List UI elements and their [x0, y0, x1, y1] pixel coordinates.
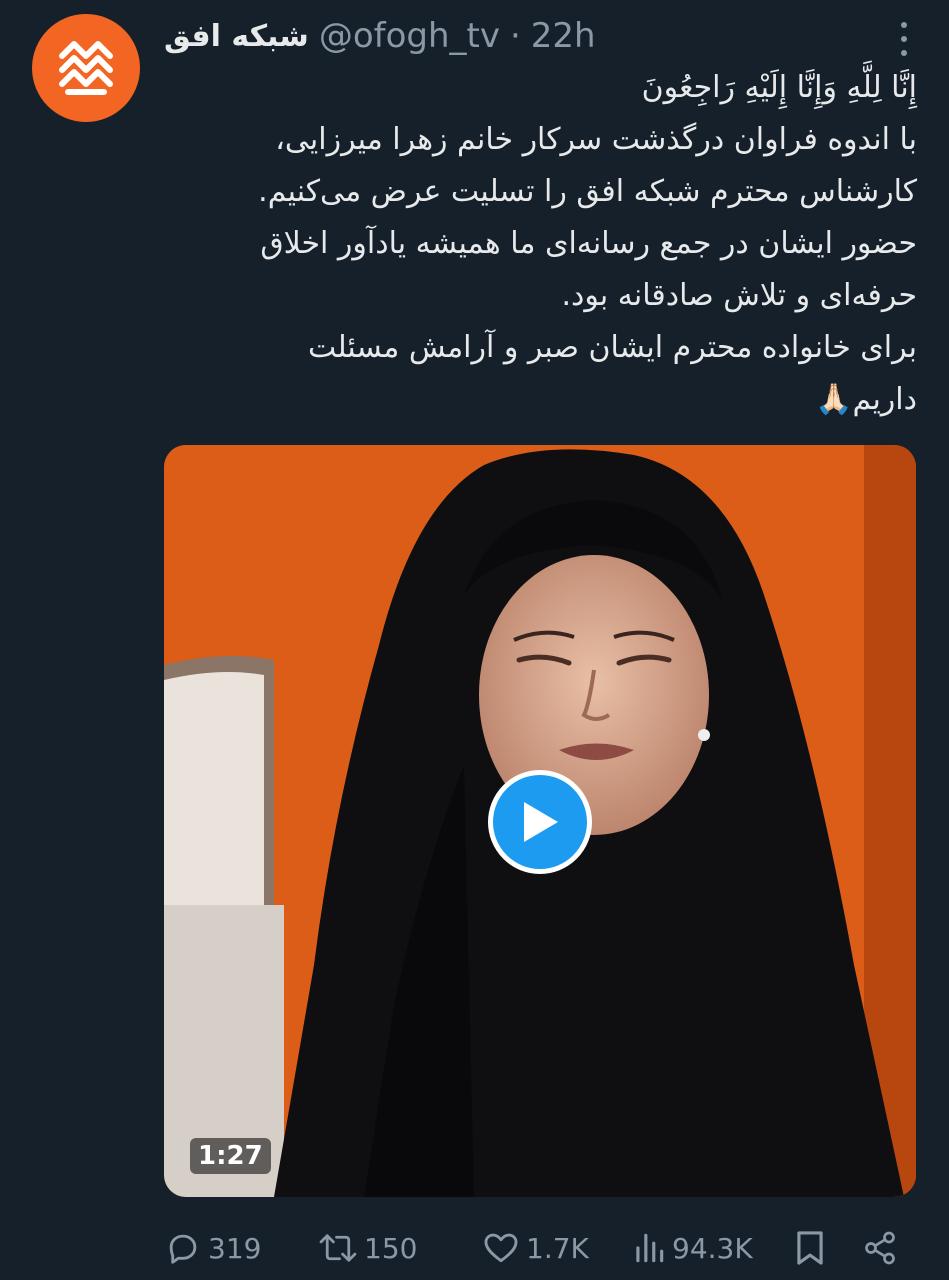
separator-dot: · — [509, 16, 521, 56]
bookmark-icon — [797, 1231, 823, 1265]
tweet-actions: 319 150 1.7K 94.3K — [164, 1222, 911, 1274]
tweet-text-line: کارشناس محترم شبکه افق را تسلیت عرض می‌ک… — [258, 174, 917, 209]
tweet-text-line: إِنَّا لِلَّهِ وَإِنَّا إِلَيْهِ رَاجِعُ… — [641, 70, 917, 105]
heart-icon — [484, 1233, 518, 1263]
tweet-text-line: برای خانواده محترم ایشان صبر و آرامش مسئ… — [308, 330, 917, 365]
user-handle[interactable]: @ofogh_tv — [319, 16, 500, 56]
like-button[interactable]: 1.7K — [482, 1222, 589, 1274]
analytics-icon — [636, 1233, 664, 1263]
tweet-header: شبکه افق @ofogh_tv · 22h — [164, 12, 596, 60]
tweet-text-line: داریم🙏🏻 — [815, 382, 917, 417]
tweet-text-line: با اندوه فراوان درگذشت سرکار خانم زهرا م… — [275, 122, 917, 157]
video-duration-badge: 1:27 — [190, 1138, 271, 1174]
share-button[interactable] — [862, 1222, 898, 1274]
timestamp[interactable]: 22h — [531, 16, 596, 56]
like-count: 1.7K — [526, 1231, 589, 1265]
play-button[interactable] — [488, 770, 592, 874]
more-options-icon[interactable] — [897, 22, 911, 56]
view-count: 94.3K — [672, 1231, 753, 1265]
play-icon — [524, 802, 558, 842]
retweet-button[interactable]: 150 — [318, 1222, 417, 1274]
tweet-text-line: حرفه‌ای و تلاش صادقانه بود. — [561, 278, 917, 313]
tweet-text: إِنَّا لِلَّهِ وَإِنَّا إِلَيْهِ رَاجِعُ… — [160, 62, 917, 426]
bookmark-button[interactable] — [794, 1222, 826, 1274]
ofogh-logo-icon — [59, 41, 113, 95]
reply-icon — [169, 1234, 197, 1264]
tweet-card[interactable]: شبکه افق @ofogh_tv · 22h إِنَّا لِلَّهِ … — [0, 0, 949, 1280]
retweet-icon — [319, 1234, 357, 1262]
retweet-count: 150 — [364, 1231, 418, 1265]
reply-count: 319 — [208, 1231, 262, 1265]
avatar[interactable] — [32, 14, 140, 122]
share-icon — [865, 1231, 895, 1265]
reply-button[interactable]: 319 — [164, 1222, 261, 1274]
display-name[interactable]: شبکه افق — [164, 19, 309, 54]
views-button[interactable]: 94.3K — [632, 1222, 753, 1274]
tweet-text-line: حضور ایشان در جمع رسانه‌ای ما همیشه یادآ… — [260, 226, 917, 261]
